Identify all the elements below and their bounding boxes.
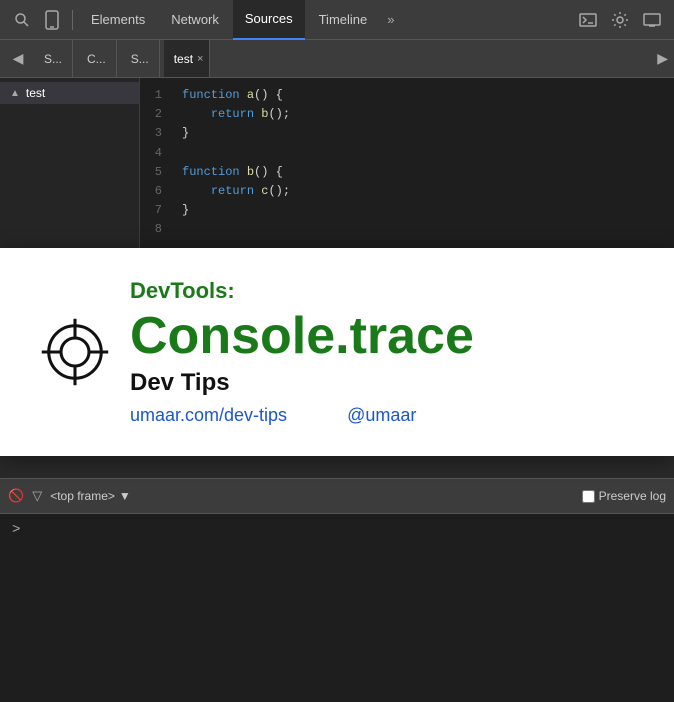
- back-nav-icon[interactable]: ◀: [6, 47, 30, 71]
- main-toolbar: Elements Network Sources Timeline »: [0, 0, 674, 40]
- website-link[interactable]: umaar.com/dev-tips: [130, 405, 287, 426]
- crosshair-icon: [40, 317, 110, 387]
- format-icon: ▶: [657, 50, 668, 66]
- preserve-log-toggle[interactable]: Preserve log: [582, 489, 666, 503]
- subtab-snippets[interactable]: S...: [34, 40, 73, 77]
- file-item-test[interactable]: ▲ test: [0, 82, 139, 104]
- subtab-scope[interactable]: S...: [121, 40, 160, 77]
- close-file-tab[interactable]: ×: [197, 53, 203, 65]
- card-subtitle: Dev Tips: [130, 369, 634, 397]
- screen-icon[interactable]: [638, 6, 666, 34]
- overlay-card: DevTools: Console.trace Dev Tips umaar.c…: [0, 248, 674, 456]
- file-icon: ▲: [10, 88, 20, 99]
- empty-space: [0, 584, 674, 702]
- twitter-link[interactable]: @umaar: [347, 405, 416, 426]
- frame-selector[interactable]: <top frame> ▼: [50, 489, 131, 503]
- gear-icon[interactable]: [606, 6, 634, 34]
- devtools-window: Elements Network Sources Timeline »: [0, 0, 674, 702]
- toolbar-right: [574, 6, 666, 34]
- console-toolbar: 🚫 ▽ <top frame> ▼ Preserve log: [0, 478, 674, 514]
- console-output: >: [0, 514, 674, 584]
- tab-sources[interactable]: Sources: [233, 0, 305, 40]
- clear-console-icon[interactable]: 🚫: [8, 488, 24, 504]
- more-tabs-button[interactable]: »: [381, 8, 400, 31]
- card-content: DevTools: Console.trace Dev Tips umaar.c…: [130, 278, 634, 426]
- tab-network[interactable]: Network: [159, 0, 231, 40]
- preserve-log-checkbox[interactable]: [582, 490, 595, 503]
- card-title: Console.trace: [130, 308, 634, 365]
- filter-icon[interactable]: ▽: [32, 488, 42, 504]
- tab-timeline[interactable]: Timeline: [307, 0, 380, 40]
- search-icon[interactable]: [8, 6, 36, 34]
- terminal-icon[interactable]: [574, 6, 602, 34]
- toolbar-divider-1: [72, 10, 73, 30]
- subtoolbar-right-icon[interactable]: ▶: [657, 50, 668, 68]
- subtab-content[interactable]: C...: [77, 40, 117, 77]
- device-icon[interactable]: [38, 6, 66, 34]
- tab-elements[interactable]: Elements: [79, 0, 157, 40]
- sources-subtoolbar: ◀ S... C... S... test × ▶: [0, 40, 674, 78]
- file-tab-test[interactable]: test ×: [164, 40, 211, 77]
- console-prompt[interactable]: >: [12, 522, 20, 538]
- card-label: DevTools:: [130, 278, 634, 304]
- card-links: umaar.com/dev-tips @umaar: [130, 405, 634, 426]
